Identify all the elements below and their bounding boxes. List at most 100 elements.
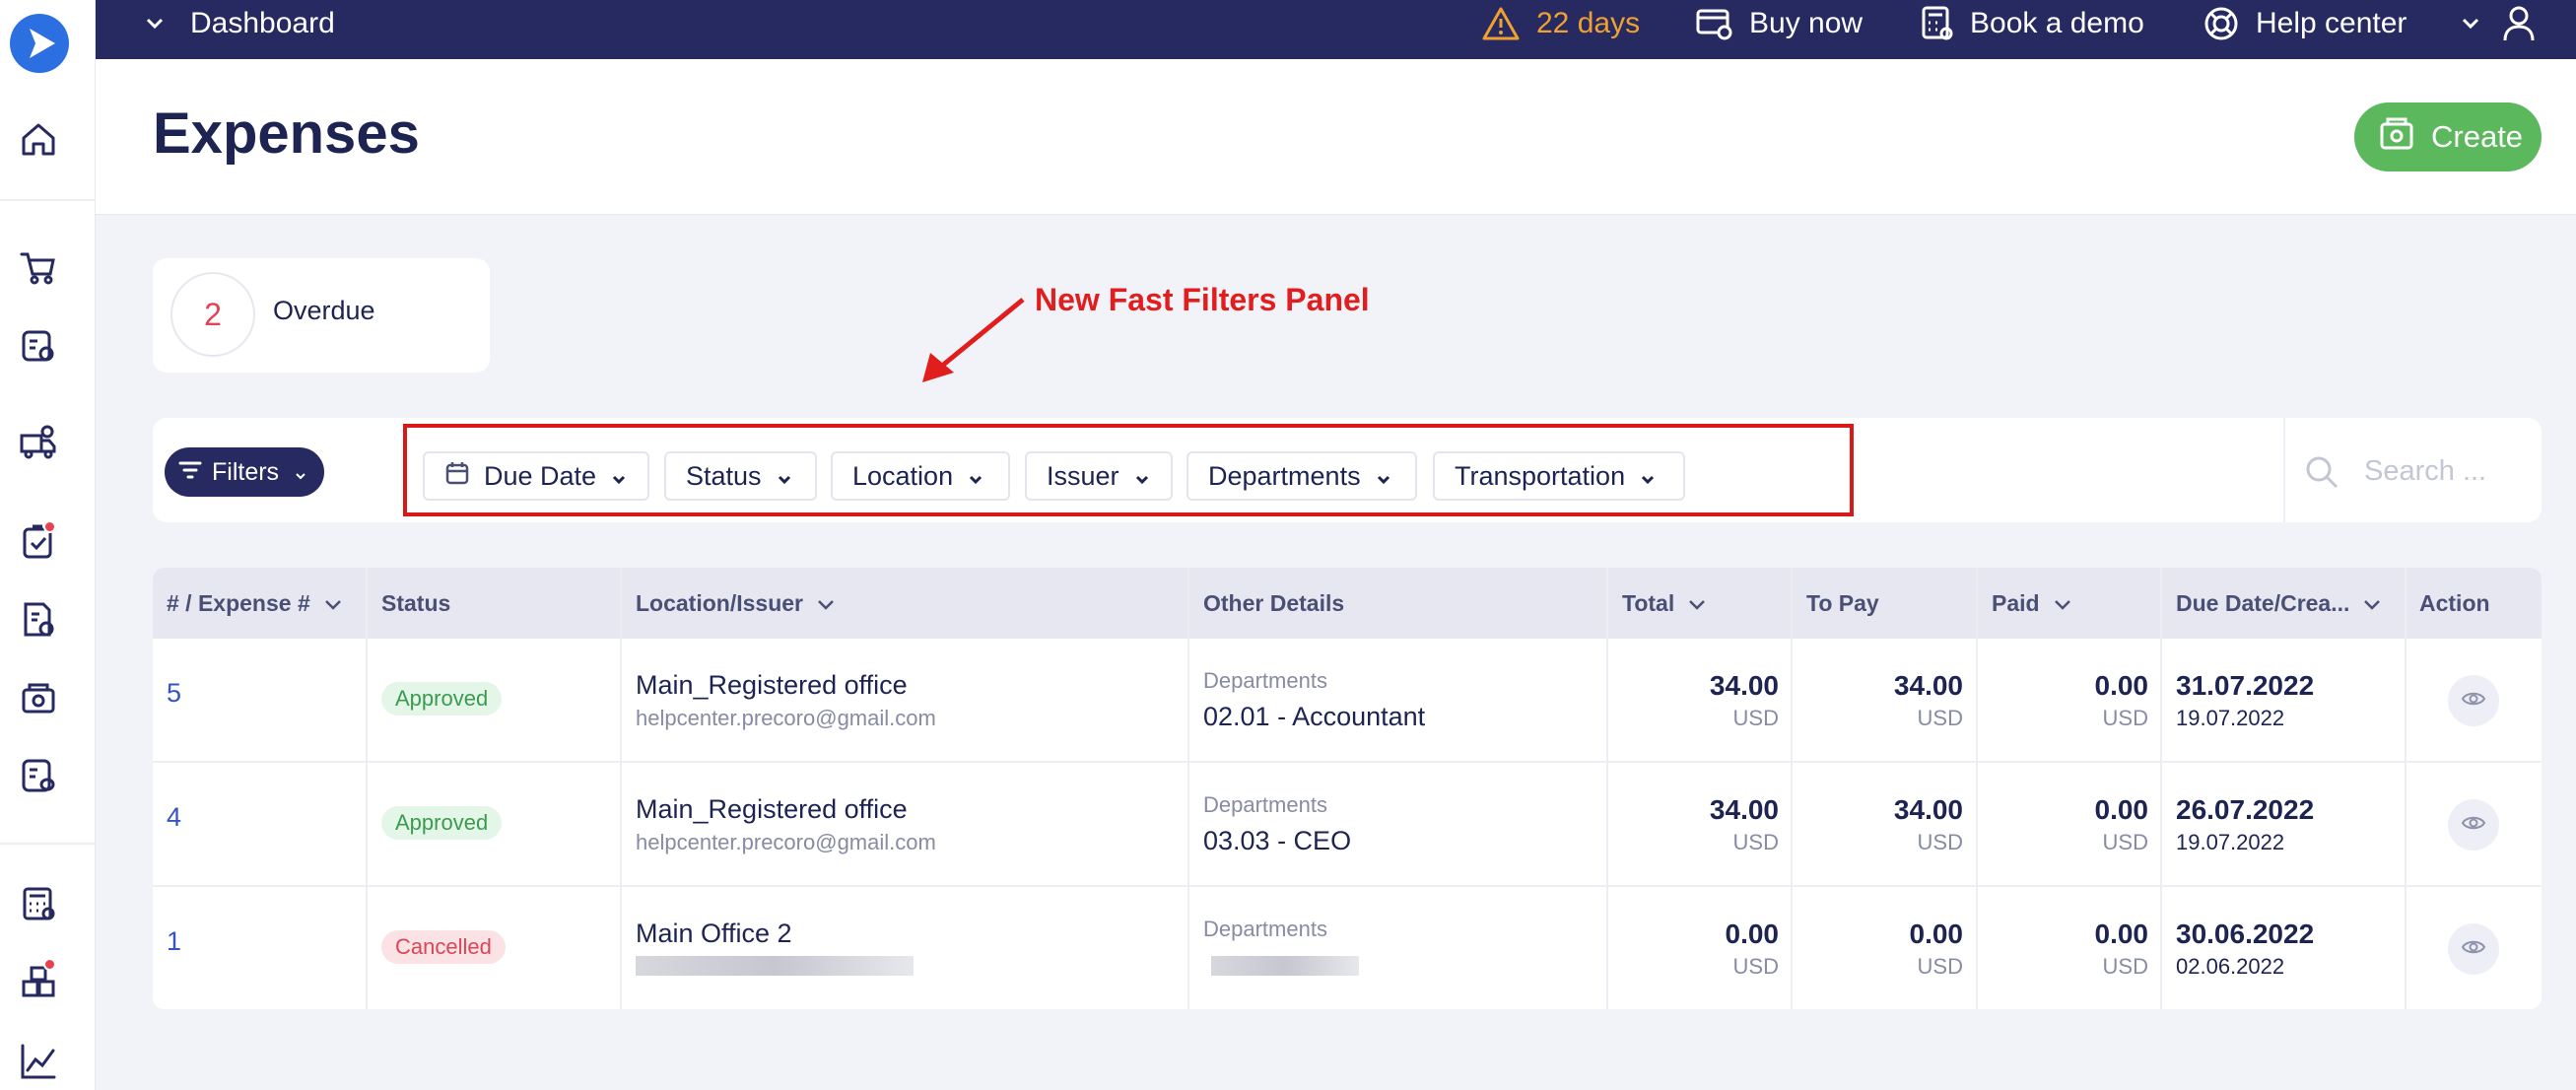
- header-label: Total: [1622, 589, 1675, 616]
- filter-chip-location[interactable]: Location: [831, 451, 1010, 501]
- calendar-icon: [444, 460, 470, 493]
- credit-card-icon: [1696, 7, 1733, 40]
- approvals-icon[interactable]: [18, 520, 59, 562]
- create-button[interactable]: Create: [2354, 102, 2542, 171]
- detail-label: Departments: [1203, 917, 1327, 941]
- help-center-link[interactable]: Help center: [2203, 0, 2407, 47]
- book-demo-link[interactable]: Book a demo: [1921, 0, 2144, 47]
- trial-days-label: 22 days: [1536, 7, 1641, 39]
- search-icon: [2303, 453, 2340, 496]
- book-demo-label: Book a demo: [1970, 7, 2144, 39]
- table-row[interactable]: 1 Cancelled Main Office 2 Departments 0.…: [153, 887, 2542, 1009]
- filters-button[interactable]: Filters: [165, 447, 324, 497]
- to-pay-amount: 0.00: [1909, 919, 1964, 949]
- to-pay-amount: 34.00: [1893, 670, 1963, 701]
- expenses-table: # / Expense # Status Location/Issuer Oth…: [153, 568, 2542, 1009]
- home-icon[interactable]: [18, 118, 59, 160]
- search-box[interactable]: Search ...: [2283, 418, 2542, 522]
- location-name: Main_Registered office: [636, 670, 908, 700]
- chevron-down-icon: [2363, 590, 2381, 617]
- budget-icon[interactable]: [18, 755, 59, 796]
- header-label: Location/Issuer: [636, 589, 803, 616]
- boxes-icon[interactable]: [18, 958, 59, 1003]
- filters-bar: Filters Due Date Status Location Issuer …: [153, 418, 2542, 522]
- chevron-down-icon: [817, 590, 835, 617]
- total-currency: USD: [1732, 706, 1779, 730]
- view-button[interactable]: [2448, 799, 2499, 851]
- user-menu[interactable]: [2461, 0, 2536, 47]
- filter-chip-status[interactable]: Status: [664, 451, 817, 501]
- filters-label: Filters: [212, 457, 280, 486]
- location-name: Main_Registered office: [636, 794, 908, 824]
- filter-chip-departments[interactable]: Departments: [1186, 451, 1417, 501]
- calculator-icon[interactable]: [18, 883, 59, 924]
- status-badge: Approved: [381, 806, 503, 840]
- expenses-icon[interactable]: [18, 678, 59, 719]
- app-logo[interactable]: [10, 14, 69, 73]
- trial-days-indicator[interactable]: 22 days: [1481, 0, 1640, 47]
- column-header-total[interactable]: Total: [1622, 568, 1706, 639]
- delivery-icon[interactable]: [18, 422, 59, 463]
- chip-label: Transportation: [1455, 460, 1626, 491]
- expense-id-link[interactable]: 1: [167, 926, 181, 957]
- lifebuoy-icon: [2203, 5, 2240, 42]
- chevron-down-icon: [324, 590, 342, 617]
- help-center-label: Help center: [2256, 7, 2407, 39]
- to-pay-currency: USD: [1917, 954, 1963, 979]
- detail-value: 03.03 - CEO: [1203, 826, 1352, 855]
- table-row[interactable]: 5 Approved Main_Registered office helpce…: [153, 639, 2542, 763]
- due-date: 31.07.2022: [2176, 670, 2315, 701]
- invoice-icon[interactable]: [18, 599, 59, 641]
- expense-id-link[interactable]: 4: [167, 802, 181, 833]
- filter-chip-due-date[interactable]: Due Date: [423, 451, 649, 501]
- total-currency: USD: [1732, 830, 1779, 854]
- user-icon: [2502, 5, 2536, 42]
- total-amount: 34.00: [1709, 670, 1779, 701]
- analytics-icon[interactable]: [18, 1041, 59, 1082]
- to-pay-currency: USD: [1917, 706, 1963, 730]
- chip-label: Due Date: [484, 460, 597, 491]
- column-header-paid[interactable]: Paid: [1992, 568, 2071, 639]
- cart-icon[interactable]: [18, 246, 59, 288]
- detail-value: 02.01 - Accountant: [1203, 702, 1426, 731]
- overdue-label: Overdue: [273, 296, 375, 325]
- calculator-icon: [1921, 5, 1954, 42]
- column-header-to-pay: To Pay: [1806, 589, 1879, 616]
- issuer-email: helpcenter.precoro@gmail.com: [636, 830, 936, 854]
- buy-now-link[interactable]: Buy now: [1696, 0, 1863, 47]
- filter-chip-issuer[interactable]: Issuer: [1025, 451, 1173, 501]
- chip-label: Issuer: [1047, 460, 1119, 491]
- filter-chip-transportation[interactable]: Transportation: [1433, 451, 1685, 501]
- column-header-location-issuer[interactable]: Location/Issuer: [636, 568, 835, 639]
- warning-icon: [1481, 6, 1521, 41]
- requests-icon[interactable]: [18, 325, 59, 367]
- search-input[interactable]: Search ...: [2364, 455, 2486, 488]
- column-header-other-details: Other Details: [1203, 589, 1345, 616]
- chevron-down-icon: [2461, 17, 2480, 31]
- expense-id-link[interactable]: 5: [167, 678, 181, 709]
- column-header-expense-number[interactable]: # / Expense #: [167, 568, 342, 639]
- buy-now-label: Buy now: [1749, 7, 1864, 39]
- top-bar: Dashboard 22 days Buy now Book a demo He…: [96, 0, 2576, 59]
- column-header-due-date[interactable]: Due Date/Crea...: [2176, 568, 2381, 639]
- chevron-down-icon: [778, 461, 791, 492]
- chevron-down-icon: [1135, 461, 1149, 492]
- created-date: 19.07.2022: [2176, 830, 2285, 854]
- dashboard-menu[interactable]: Dashboard: [145, 0, 335, 47]
- chevron-down-icon: [2054, 590, 2071, 617]
- to-pay-currency: USD: [1917, 830, 1963, 854]
- total-currency: USD: [1732, 954, 1779, 979]
- view-button[interactable]: [2448, 675, 2499, 726]
- redacted-issuer: [636, 956, 914, 976]
- header-label: # / Expense #: [167, 589, 310, 616]
- chevron-down-icon: [1688, 590, 1706, 617]
- overdue-card[interactable]: 2 Overdue: [153, 258, 490, 373]
- chevron-down-icon: [1641, 461, 1655, 492]
- paid-currency: USD: [2102, 706, 2148, 730]
- status-badge: Cancelled: [381, 930, 506, 964]
- table-row[interactable]: 4 Approved Main_Registered office helpce…: [153, 763, 2542, 887]
- table-header: # / Expense # Status Location/Issuer Oth…: [153, 568, 2542, 639]
- eye-icon: [2461, 938, 2486, 961]
- view-button[interactable]: [2448, 923, 2499, 975]
- due-date: 30.06.2022: [2176, 919, 2315, 949]
